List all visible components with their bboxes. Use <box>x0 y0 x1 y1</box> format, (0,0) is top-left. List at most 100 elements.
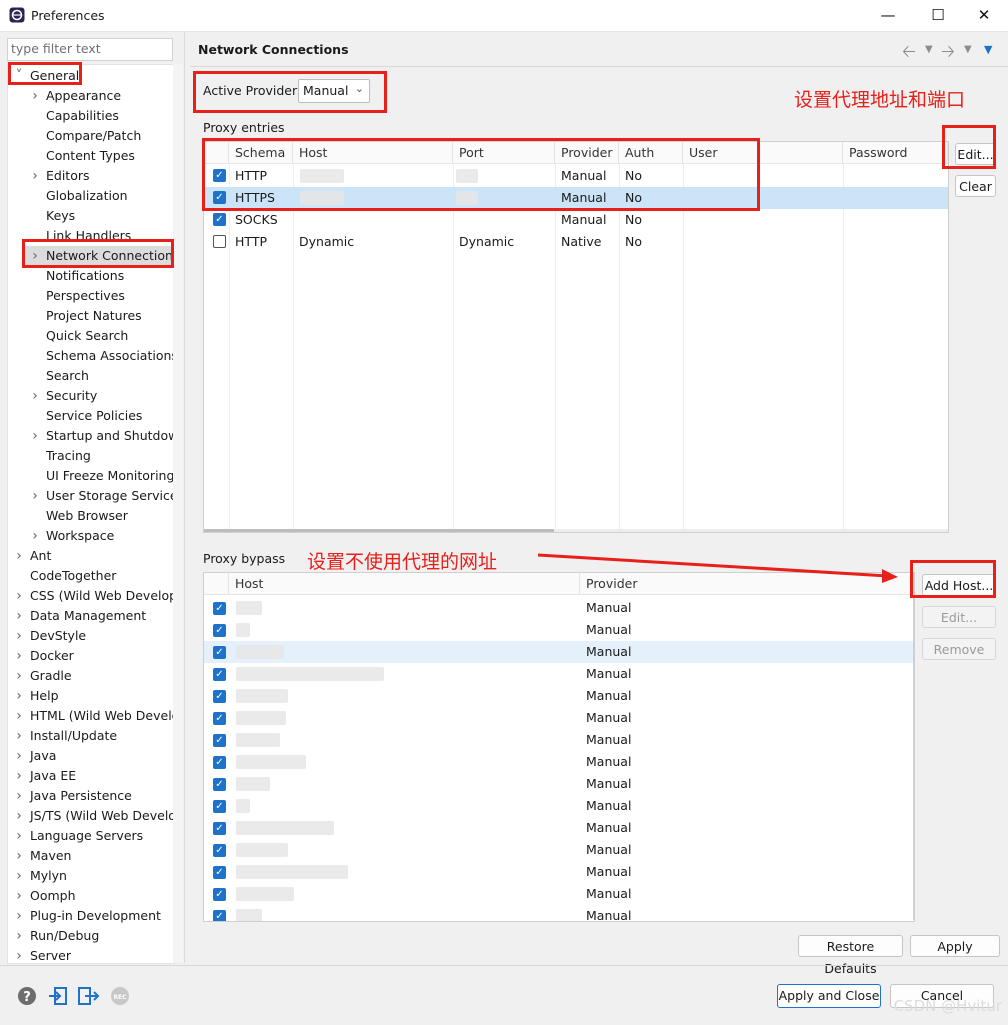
tree-item-web-browser[interactable]: Web Browser <box>8 506 174 526</box>
tree-scrollbar[interactable] <box>173 64 183 962</box>
tree-item-mylyn[interactable]: › Mylyn <box>8 866 174 886</box>
chevron-right-icon[interactable]: › <box>12 826 26 846</box>
chevron-right-icon[interactable]: › <box>12 746 26 766</box>
entries-hscroll-thumb[interactable] <box>204 529 554 532</box>
tree-item-server[interactable]: › Server <box>8 946 174 963</box>
tree-item-java-ee[interactable]: › Java EE <box>8 766 174 786</box>
chevron-right-icon[interactable]: › <box>12 606 26 626</box>
chevron-right-icon[interactable]: › <box>12 766 26 786</box>
tree-item-js-ts-wild-web-developer[interactable]: › JS/TS (Wild Web Developer) <box>8 806 174 826</box>
maximize-icon[interactable]: ☐ <box>918 4 958 26</box>
tree-item-codetogether[interactable]: CodeTogether <box>8 566 174 586</box>
tree-item-compare-patch[interactable]: Compare/Patch <box>8 126 174 146</box>
tree-item-help[interactable]: › Help <box>8 686 174 706</box>
chevron-right-icon[interactable]: › <box>12 866 26 886</box>
bypass-checkbox[interactable]: ✓ <box>213 624 226 637</box>
tree-item-security[interactable]: › Security <box>8 386 174 406</box>
tree-item-keys[interactable]: Keys <box>8 206 174 226</box>
chevron-right-icon[interactable]: › <box>12 806 26 826</box>
close-icon[interactable]: ✕ <box>964 4 1004 26</box>
bypass-checkbox[interactable]: ✓ <box>213 734 226 747</box>
bypass-checkbox[interactable]: ✓ <box>213 690 226 703</box>
tree-item-ant[interactable]: › Ant <box>8 546 174 566</box>
bypass-scrollbar[interactable] <box>913 572 915 920</box>
chevron-right-icon[interactable]: › <box>12 726 26 746</box>
filter-field[interactable] <box>7 38 173 61</box>
bypass-row[interactable] <box>204 839 914 861</box>
chevron-right-icon[interactable]: › <box>12 546 26 566</box>
bypass-checkbox[interactable]: ✓ <box>213 888 226 901</box>
restore-defaults-button[interactable]: Restore Defaults <box>798 935 903 976</box>
tree-item-user-storage-service[interactable]: › User Storage Service <box>8 486 174 506</box>
tree-item-data-management[interactable]: › Data Management <box>8 606 174 626</box>
view-menu-icon[interactable]: ▼ <box>984 43 992 56</box>
bypass-checkbox[interactable]: ✓ <box>213 822 226 835</box>
entries-header-password[interactable]: Password <box>843 142 948 164</box>
chevron-right-icon[interactable]: › <box>12 706 26 726</box>
bypass-checkbox[interactable]: ✓ <box>213 646 226 659</box>
bypass-row[interactable] <box>204 751 914 773</box>
proxy-bypass-table[interactable]: Host Provider ✓ Manual ✓ Manual ✓ Manual ✓ Manual… <box>203 572 915 922</box>
tree-item-editors[interactable]: › Editors <box>8 166 174 186</box>
tree-item-oomph[interactable]: › Oomph <box>8 886 174 906</box>
chevron-right-icon[interactable]: › <box>12 626 26 646</box>
tree-item-content-types[interactable]: Content Types <box>8 146 174 166</box>
help-icon[interactable]: ? <box>17 986 37 1006</box>
tree-item-docker[interactable]: › Docker <box>8 646 174 666</box>
bypass-row[interactable] <box>204 773 914 795</box>
chevron-right-icon[interactable]: › <box>12 906 26 926</box>
tree-item-quick-search[interactable]: Quick Search <box>8 326 174 346</box>
bypass-row[interactable] <box>204 685 914 707</box>
tree-item-tracing[interactable]: Tracing <box>8 446 174 466</box>
chevron-right-icon[interactable]: › <box>12 886 26 906</box>
entries-hscrollbar[interactable] <box>204 529 948 532</box>
chevron-right-icon[interactable]: › <box>12 926 26 946</box>
bypass-checkbox[interactable]: ✓ <box>213 910 226 921</box>
bypass-row[interactable] <box>204 883 914 905</box>
entry-checkbox[interactable] <box>213 235 226 248</box>
bypass-row[interactable] <box>204 729 914 751</box>
bypass-checkbox[interactable]: ✓ <box>213 866 226 879</box>
bypass-checkbox[interactable]: ✓ <box>213 844 226 857</box>
bypass-checkbox[interactable]: ✓ <box>213 756 226 769</box>
tree-item-service-policies[interactable]: Service Policies <box>8 406 174 426</box>
chevron-right-icon[interactable]: › <box>28 426 42 446</box>
bypass-row[interactable] <box>204 619 914 641</box>
back-menu-chevron-icon[interactable]: ▼ <box>925 44 933 55</box>
tree-item-startup-and-shutdown[interactable]: › Startup and Shutdown <box>8 426 174 446</box>
chevron-right-icon[interactable]: › <box>12 686 26 706</box>
chevron-right-icon[interactable]: › <box>12 646 26 666</box>
tree-item-perspectives[interactable]: Perspectives <box>8 286 174 306</box>
tree-item-search[interactable]: Search <box>8 366 174 386</box>
chevron-right-icon[interactable]: › <box>28 86 42 106</box>
tree-item-project-natures[interactable]: Project Natures <box>8 306 174 326</box>
filter-input[interactable] <box>8 39 172 58</box>
preferences-tree[interactable]: ˅ General › Appearance Capabilities Compare/P… <box>7 64 175 964</box>
apply-button[interactable]: Apply <box>910 935 1000 957</box>
chevron-right-icon[interactable]: › <box>28 166 42 186</box>
bypass-row[interactable] <box>204 905 914 921</box>
tree-item-java[interactable]: › Java <box>8 746 174 766</box>
remove-host-button[interactable]: Remove <box>922 638 996 660</box>
tree-item-css-wild-web-developer[interactable]: › CSS (Wild Web Developer) <box>8 586 174 606</box>
bypass-header-host[interactable]: Host <box>229 573 580 595</box>
tree-item-install-update[interactable]: › Install/Update <box>8 726 174 746</box>
tree-item-appearance[interactable]: › Appearance <box>8 86 174 106</box>
tree-item-run-debug[interactable]: › Run/Debug <box>8 926 174 946</box>
minimize-icon[interactable]: — <box>868 4 908 26</box>
apply-and-close-button[interactable]: Apply and Close <box>777 984 881 1008</box>
clear-entry-button[interactable]: Clear <box>955 175 996 197</box>
tree-item-language-servers[interactable]: › Language Servers <box>8 826 174 846</box>
bypass-checkbox[interactable]: ✓ <box>213 778 226 791</box>
tree-item-plug-in-development[interactable]: › Plug-in Development <box>8 906 174 926</box>
tree-item-workspace[interactable]: › Workspace <box>8 526 174 546</box>
bypass-row[interactable] <box>204 641 914 663</box>
bypass-checkbox[interactable]: ✓ <box>213 668 226 681</box>
bypass-row[interactable] <box>204 795 914 817</box>
chevron-right-icon[interactable]: › <box>12 946 26 963</box>
tree-item-devstyle[interactable]: › DevStyle <box>8 626 174 646</box>
chevron-right-icon[interactable]: › <box>12 586 26 606</box>
chevron-right-icon[interactable]: › <box>28 526 42 546</box>
tree-item-ui-freeze-monitoring[interactable]: UI Freeze Monitoring <box>8 466 174 486</box>
forward-menu-chevron-icon[interactable]: ▼ <box>964 44 972 55</box>
